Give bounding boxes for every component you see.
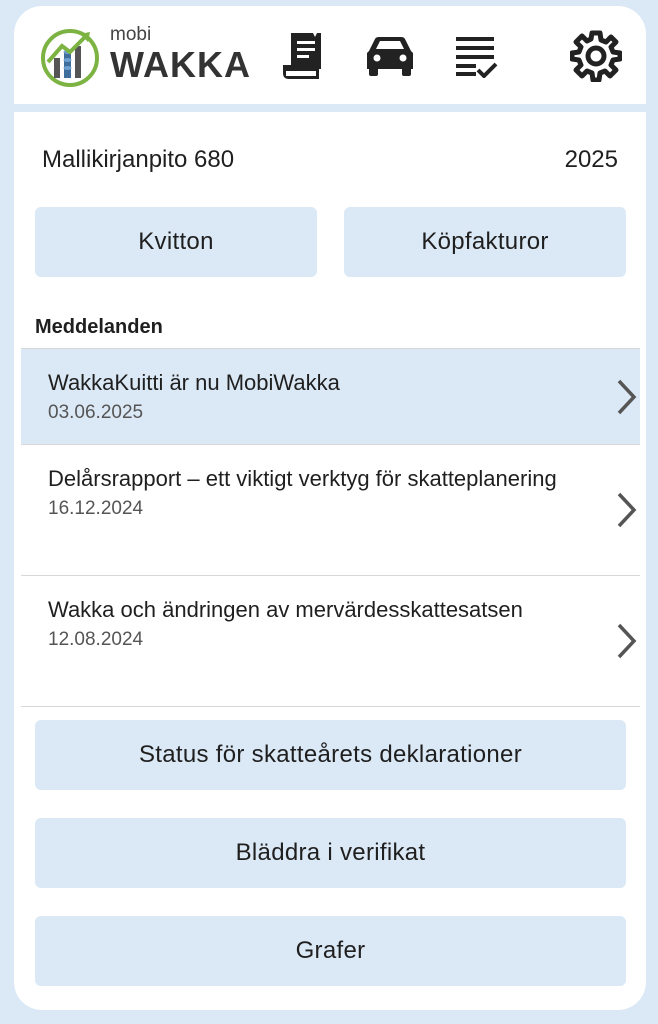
- car-icon[interactable]: [362, 28, 418, 84]
- logo-text-large: WAKKA: [110, 44, 251, 85]
- message-item[interactable]: Delårsrapport – ett viktigt verktyg för …: [21, 445, 640, 576]
- tax-status-button[interactable]: Status för skatteårets deklarationer: [35, 720, 626, 790]
- purchase-invoices-button[interactable]: Köpfakturor: [344, 207, 626, 277]
- browse-vouchers-button[interactable]: Bläddra i verifikat: [35, 818, 626, 888]
- graphs-button[interactable]: Grafer: [35, 916, 626, 986]
- message-item[interactable]: WakkaKuitti är nu MobiWakka 03.06.2025: [21, 349, 640, 445]
- company-name: Mallikirjanpito 680: [42, 146, 235, 173]
- app-header: mobi WAKKA: [14, 6, 646, 104]
- message-item[interactable]: Wakka och ändringen av mervärdesskattesa…: [21, 576, 640, 707]
- message-date: 12.08.2024: [48, 629, 144, 650]
- chevron-right-icon: [617, 379, 637, 414]
- logo-icon: [41, 29, 99, 87]
- message-title: Delårsrapport – ett viktigt verktyg för …: [48, 466, 557, 491]
- main-panel: Mallikirjanpito 680 2025 Kvitton Köpfakt…: [14, 112, 646, 1010]
- logo-text-small: mobi: [110, 24, 152, 45]
- fiscal-year[interactable]: 2025: [565, 146, 618, 174]
- message-date: 03.06.2025: [48, 402, 144, 423]
- receipts-button[interactable]: Kvitton: [35, 207, 317, 277]
- message-title: WakkaKuitti är nu MobiWakka: [48, 370, 340, 395]
- gear-icon[interactable]: [568, 28, 624, 84]
- chevron-right-icon: [617, 492, 637, 528]
- message-date: 16.12.2024: [48, 498, 144, 519]
- messages-list: WakkaKuitti är nu MobiWakka 03.06.2025 D…: [21, 348, 640, 707]
- app-logo[interactable]: mobi WAKKA: [40, 22, 250, 92]
- checklist-icon[interactable]: [448, 28, 504, 84]
- message-title: Wakka och ändringen av mervärdesskattesa…: [48, 597, 523, 622]
- chevron-right-icon: [617, 623, 637, 659]
- receipt-icon[interactable]: [276, 28, 332, 84]
- messages-heading: Meddelanden: [35, 316, 163, 338]
